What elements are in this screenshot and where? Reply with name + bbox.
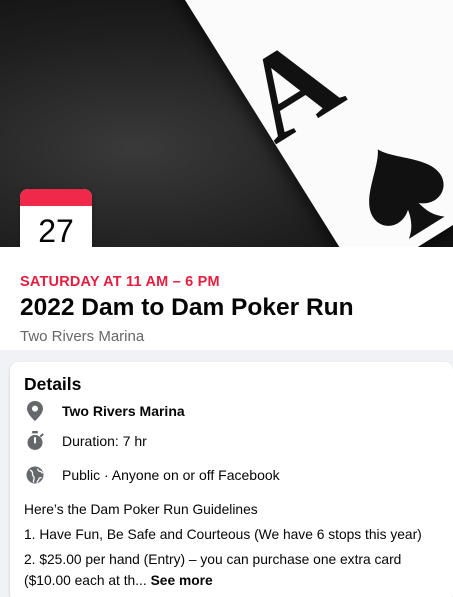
details-duration-text: Duration: 7 hr xyxy=(62,433,147,449)
map-pin-icon xyxy=(24,400,46,422)
event-title: 2022 Dam to Dam Poker Run xyxy=(20,294,354,321)
description-line: Here’s the Dam Poker Run Guidelines xyxy=(24,502,258,517)
date-badge-strip xyxy=(20,189,92,206)
see-more-link[interactable]: See more xyxy=(151,573,213,588)
details-heading: Details xyxy=(24,374,82,394)
event-header: SATURDAY AT 11 AM – 6 PM 2022 Dam to Dam… xyxy=(0,247,453,350)
details-card: Details Two Rivers Marina Duration: 7 hr… xyxy=(10,362,453,597)
stopwatch-icon xyxy=(24,430,46,452)
details-duration-row: Duration: 7 hr xyxy=(24,430,147,452)
details-location-text: Two Rivers Marina xyxy=(62,403,185,419)
card-letter: A xyxy=(218,8,362,167)
details-privacy-row: Public · Anyone on or off Facebook xyxy=(24,464,280,486)
details-location-row[interactable]: Two Rivers Marina xyxy=(24,400,185,422)
event-datetime: SATURDAY AT 11 AM – 6 PM xyxy=(20,274,220,290)
details-privacy-text: Public · Anyone on or off Facebook xyxy=(62,467,280,483)
spade-icon xyxy=(369,149,445,239)
globe-icon xyxy=(24,464,46,486)
description-line: 1. Have Fun, Be Safe and Courteous (We h… xyxy=(24,527,422,542)
description-line: 2. $25.00 per hand (Entry) – you can pur… xyxy=(24,549,444,591)
event-venue-link[interactable]: Two Rivers Marina xyxy=(20,328,144,345)
